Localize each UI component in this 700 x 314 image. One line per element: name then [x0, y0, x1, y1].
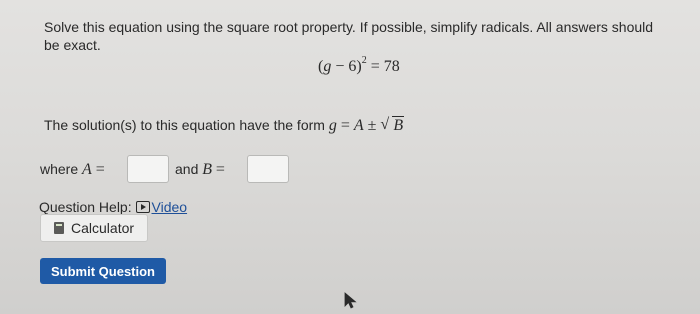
equation-rhs: = 78 — [366, 58, 400, 75]
mouse-cursor-icon — [344, 292, 357, 309]
calculator-button[interactable]: Calculator — [40, 214, 148, 242]
form-A: A — [353, 117, 364, 134]
form-B: B — [392, 116, 405, 134]
question-help: Question Help: Video — [39, 199, 187, 215]
and-B-label: and B = — [175, 161, 225, 179]
form-sqrt: √ B — [380, 116, 405, 135]
question-help-label: Question Help: — [39, 199, 132, 215]
video-link[interactable]: Video — [152, 199, 188, 215]
A-variable: A — [82, 161, 92, 178]
equation: (g − 6)2 = 78 — [318, 55, 400, 76]
instructions-line-1: Solve this equation using the square roo… — [44, 19, 654, 35]
where-A-label: where A = — [40, 161, 105, 179]
calculator-icon — [54, 222, 64, 234]
where-text: where — [40, 161, 79, 177]
form-lhs: g — [328, 117, 337, 134]
instructions-line-2: be exact. — [44, 37, 101, 53]
form-pm: ± — [363, 117, 381, 134]
radical-sign: √ — [380, 116, 390, 133]
submit-question-button[interactable]: Submit Question — [40, 258, 166, 284]
form-eq: = — [336, 117, 354, 134]
form-text: The solution(s) to this equation have th… — [44, 117, 325, 133]
equation-minus: − 6) — [331, 58, 362, 75]
and-text: and — [175, 161, 199, 177]
video-icon — [135, 201, 150, 213]
B-answer-input[interactable] — [247, 155, 289, 183]
A-answer-input[interactable] — [127, 155, 169, 183]
form-expression: g = A ± √ B — [328, 116, 405, 135]
form-statement: The solution(s) to this equation have th… — [44, 116, 405, 135]
B-equals: = — [215, 161, 225, 178]
calculator-label: Calculator — [71, 220, 135, 236]
A-equals: = — [95, 161, 105, 178]
B-variable: B — [202, 161, 213, 178]
